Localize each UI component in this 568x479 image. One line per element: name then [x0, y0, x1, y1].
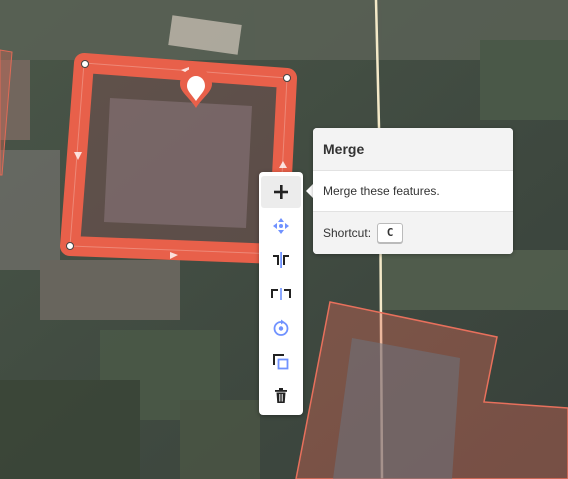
move-button[interactable]: [261, 210, 301, 242]
tooltip-arrow: [306, 184, 313, 198]
tooltip-description: Merge these features.: [323, 184, 440, 198]
edit-menu: [259, 172, 303, 415]
delete-button[interactable]: [261, 380, 301, 412]
trash-icon: [275, 388, 287, 403]
copy-icon: [273, 354, 289, 370]
merge-tooltip: Merge Merge these features. Shortcut: C: [313, 128, 513, 254]
move-icon: [273, 218, 289, 234]
disconnect-button[interactable]: [261, 278, 301, 310]
merge-button[interactable]: [261, 176, 301, 208]
shortcut-key: C: [377, 223, 404, 243]
tooltip-shortcut: Shortcut: C: [313, 211, 513, 254]
building-roof: [333, 338, 460, 479]
copy-button[interactable]: [261, 346, 301, 378]
tooltip-title: Merge: [313, 128, 513, 171]
shortcut-label: Shortcut:: [323, 226, 372, 240]
selected-building-roof: [104, 98, 252, 228]
split-button[interactable]: [261, 244, 301, 276]
selected-building[interactable]: [60, 53, 297, 264]
disconnect-icon: [271, 288, 291, 300]
rotate-button[interactable]: [261, 312, 301, 344]
rotate-icon: [273, 319, 289, 336]
split-icon: [273, 252, 289, 268]
plus-icon: [274, 185, 288, 199]
